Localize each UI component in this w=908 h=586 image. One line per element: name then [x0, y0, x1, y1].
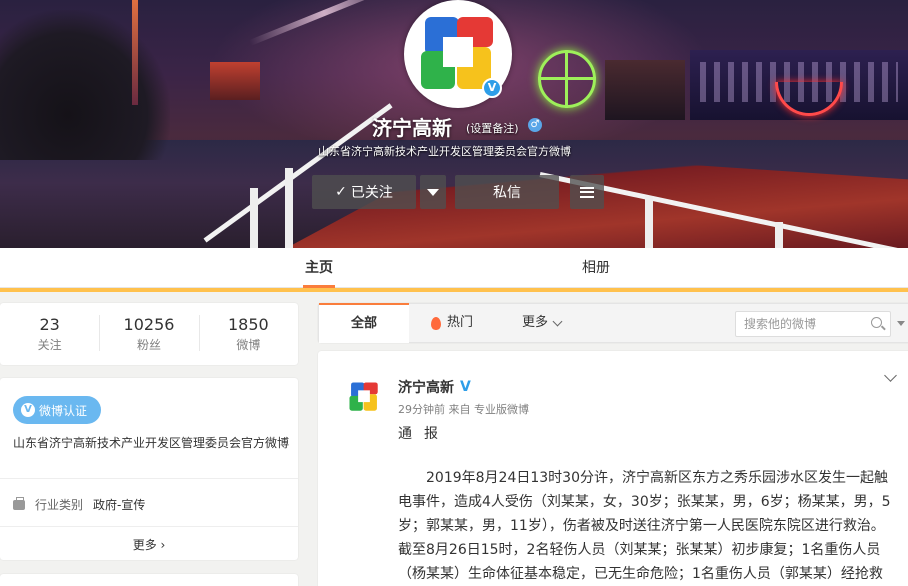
- check-icon: ✓: [335, 184, 347, 200]
- stat-value: 1850: [227, 315, 269, 334]
- verified-badge-label: 微博认证: [39, 403, 88, 418]
- caret-down-icon: [427, 188, 439, 196]
- industry-row: 行业类别 政府-宣传: [13, 496, 145, 513]
- verified-badge-icon: V: [482, 78, 502, 98]
- search-icon[interactable]: [871, 317, 882, 328]
- stat-value: 23: [39, 315, 60, 334]
- building-mid: [605, 60, 685, 120]
- follow-options-button[interactable]: [420, 175, 446, 209]
- tab-album[interactable]: 相册: [582, 248, 610, 288]
- rail-post: [250, 188, 258, 248]
- set-remark-link[interactable]: (设置备注): [466, 120, 519, 136]
- more-menu-button[interactable]: [570, 175, 604, 209]
- profile-name: 济宁高新: [372, 116, 452, 140]
- post-heading: 通报: [398, 426, 450, 442]
- chevron-down-icon[interactable]: [884, 369, 897, 382]
- post-body: 2019年8月24日13时30分许，济宁高新区东方之秀乐园涉水区发生一起触电事件…: [398, 470, 891, 582]
- search-box: [735, 311, 891, 337]
- divider: [0, 526, 298, 527]
- industry-label: 行业类别: [35, 498, 84, 512]
- feed-post: 济宁高新 V 29分钟前 来自 专业版微博 通报 2019年8月24日13时30…: [318, 351, 908, 586]
- tab-home[interactable]: 主页: [303, 248, 335, 288]
- rail-post: [645, 196, 653, 248]
- verified-v-icon: V: [460, 379, 471, 395]
- stat-posts[interactable]: 1850 微博: [198, 303, 298, 365]
- rail-post: [775, 222, 783, 248]
- weibo-verified-badge[interactable]: V 微博认证: [13, 396, 101, 424]
- following-label: 已关注: [350, 185, 393, 201]
- briefcase-icon: [13, 496, 25, 510]
- tower: [132, 0, 138, 105]
- filter-more-label: 更多: [522, 315, 549, 330]
- industry-value: 政府-宣传: [93, 498, 146, 512]
- next-card: [0, 574, 298, 586]
- verification-card: V 微博认证 山东省济宁高新技术产业开发区管理委员会官方微博 行业类别 政府-宣…: [0, 378, 298, 560]
- accent-strip: [0, 288, 908, 292]
- logo-icon: [349, 382, 378, 411]
- search-input[interactable]: [736, 312, 864, 336]
- verified-v-icon: V: [21, 403, 35, 417]
- post-author-name[interactable]: 济宁高新: [398, 377, 454, 397]
- stat-label: 粉丝: [136, 338, 161, 352]
- verification-description: 山东省济宁高新技术产业开发区管理委员会官方微博: [13, 436, 290, 450]
- following-button[interactable]: ✓ 已关注: [312, 175, 416, 209]
- ferris-wheel: [538, 50, 596, 108]
- feed-filter-bar: 全部 热门 更多: [318, 303, 908, 343]
- post-author: 济宁高新 V: [398, 377, 471, 397]
- filter-hot-tab[interactable]: 热门: [431, 304, 473, 342]
- more-info-link[interactable]: 更多 ›: [0, 536, 298, 553]
- filter-all-tab[interactable]: 全部: [319, 303, 409, 343]
- message-label: 私信: [493, 185, 521, 201]
- post-author-avatar[interactable]: [344, 377, 384, 417]
- stat-following[interactable]: 23 关注: [0, 303, 99, 365]
- stat-followers[interactable]: 10256 粉丝: [99, 303, 198, 365]
- stat-label: 关注: [37, 338, 62, 352]
- divider: [0, 478, 298, 479]
- gender-male-icon: ♂: [528, 118, 542, 132]
- rail-post: [285, 168, 293, 248]
- menu-icon: [580, 186, 594, 198]
- trees: [0, 10, 170, 160]
- filter-more-dropdown[interactable]: 更多: [522, 304, 563, 342]
- profile-description: 山东省济宁高新技术产业开发区管理委员会官方微博: [318, 145, 571, 158]
- search-options-caret-icon[interactable]: [897, 321, 905, 326]
- flame-icon: [431, 316, 441, 330]
- stat-label: 微博: [236, 338, 261, 352]
- stats-card: 23 关注 10256 粉丝 1850 微博: [0, 303, 298, 365]
- chevron-down-icon: [552, 316, 563, 326]
- post-meta: 29分钟前 来自 专业版微博: [398, 403, 529, 416]
- message-button[interactable]: 私信: [455, 175, 559, 209]
- filter-hot-label: 热门: [447, 315, 474, 330]
- profile-tabbar: 主页 相册: [0, 248, 908, 288]
- stat-value: 10256: [123, 315, 175, 334]
- building-left: [210, 62, 260, 100]
